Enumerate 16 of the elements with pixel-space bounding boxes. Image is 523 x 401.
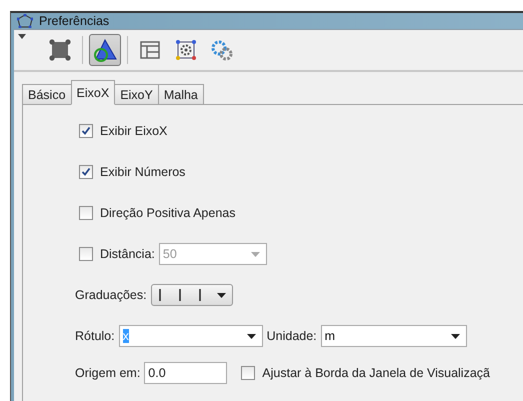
checkbox-label: Exibir EixoX <box>100 124 168 138</box>
tab[interactable]: EixoX <box>70 80 116 105</box>
checkbox-label: Ajustar à Borda da Janela de Visualizaçã <box>262 366 490 380</box>
field-label: Graduações: <box>75 288 147 302</box>
tab[interactable]: EixoY <box>114 84 159 105</box>
unit-dropdown[interactable]: m <box>320 325 467 347</box>
tab[interactable]: Malha <box>158 84 204 105</box>
checkbox-label: Exibir Números <box>100 165 186 179</box>
checkbox-label: Distância: <box>100 247 155 261</box>
field-label: Origem em: <box>75 366 140 380</box>
tab[interactable]: Básico <box>22 84 72 105</box>
field-label: Rótulo: <box>75 329 115 343</box>
field-label: Unidade: <box>266 329 317 343</box>
checkbox-label: Direção Positiva Apenas <box>100 206 236 220</box>
window-title: Preferências <box>39 14 110 28</box>
origin-input-field[interactable]: 0.0 <box>144 362 228 384</box>
